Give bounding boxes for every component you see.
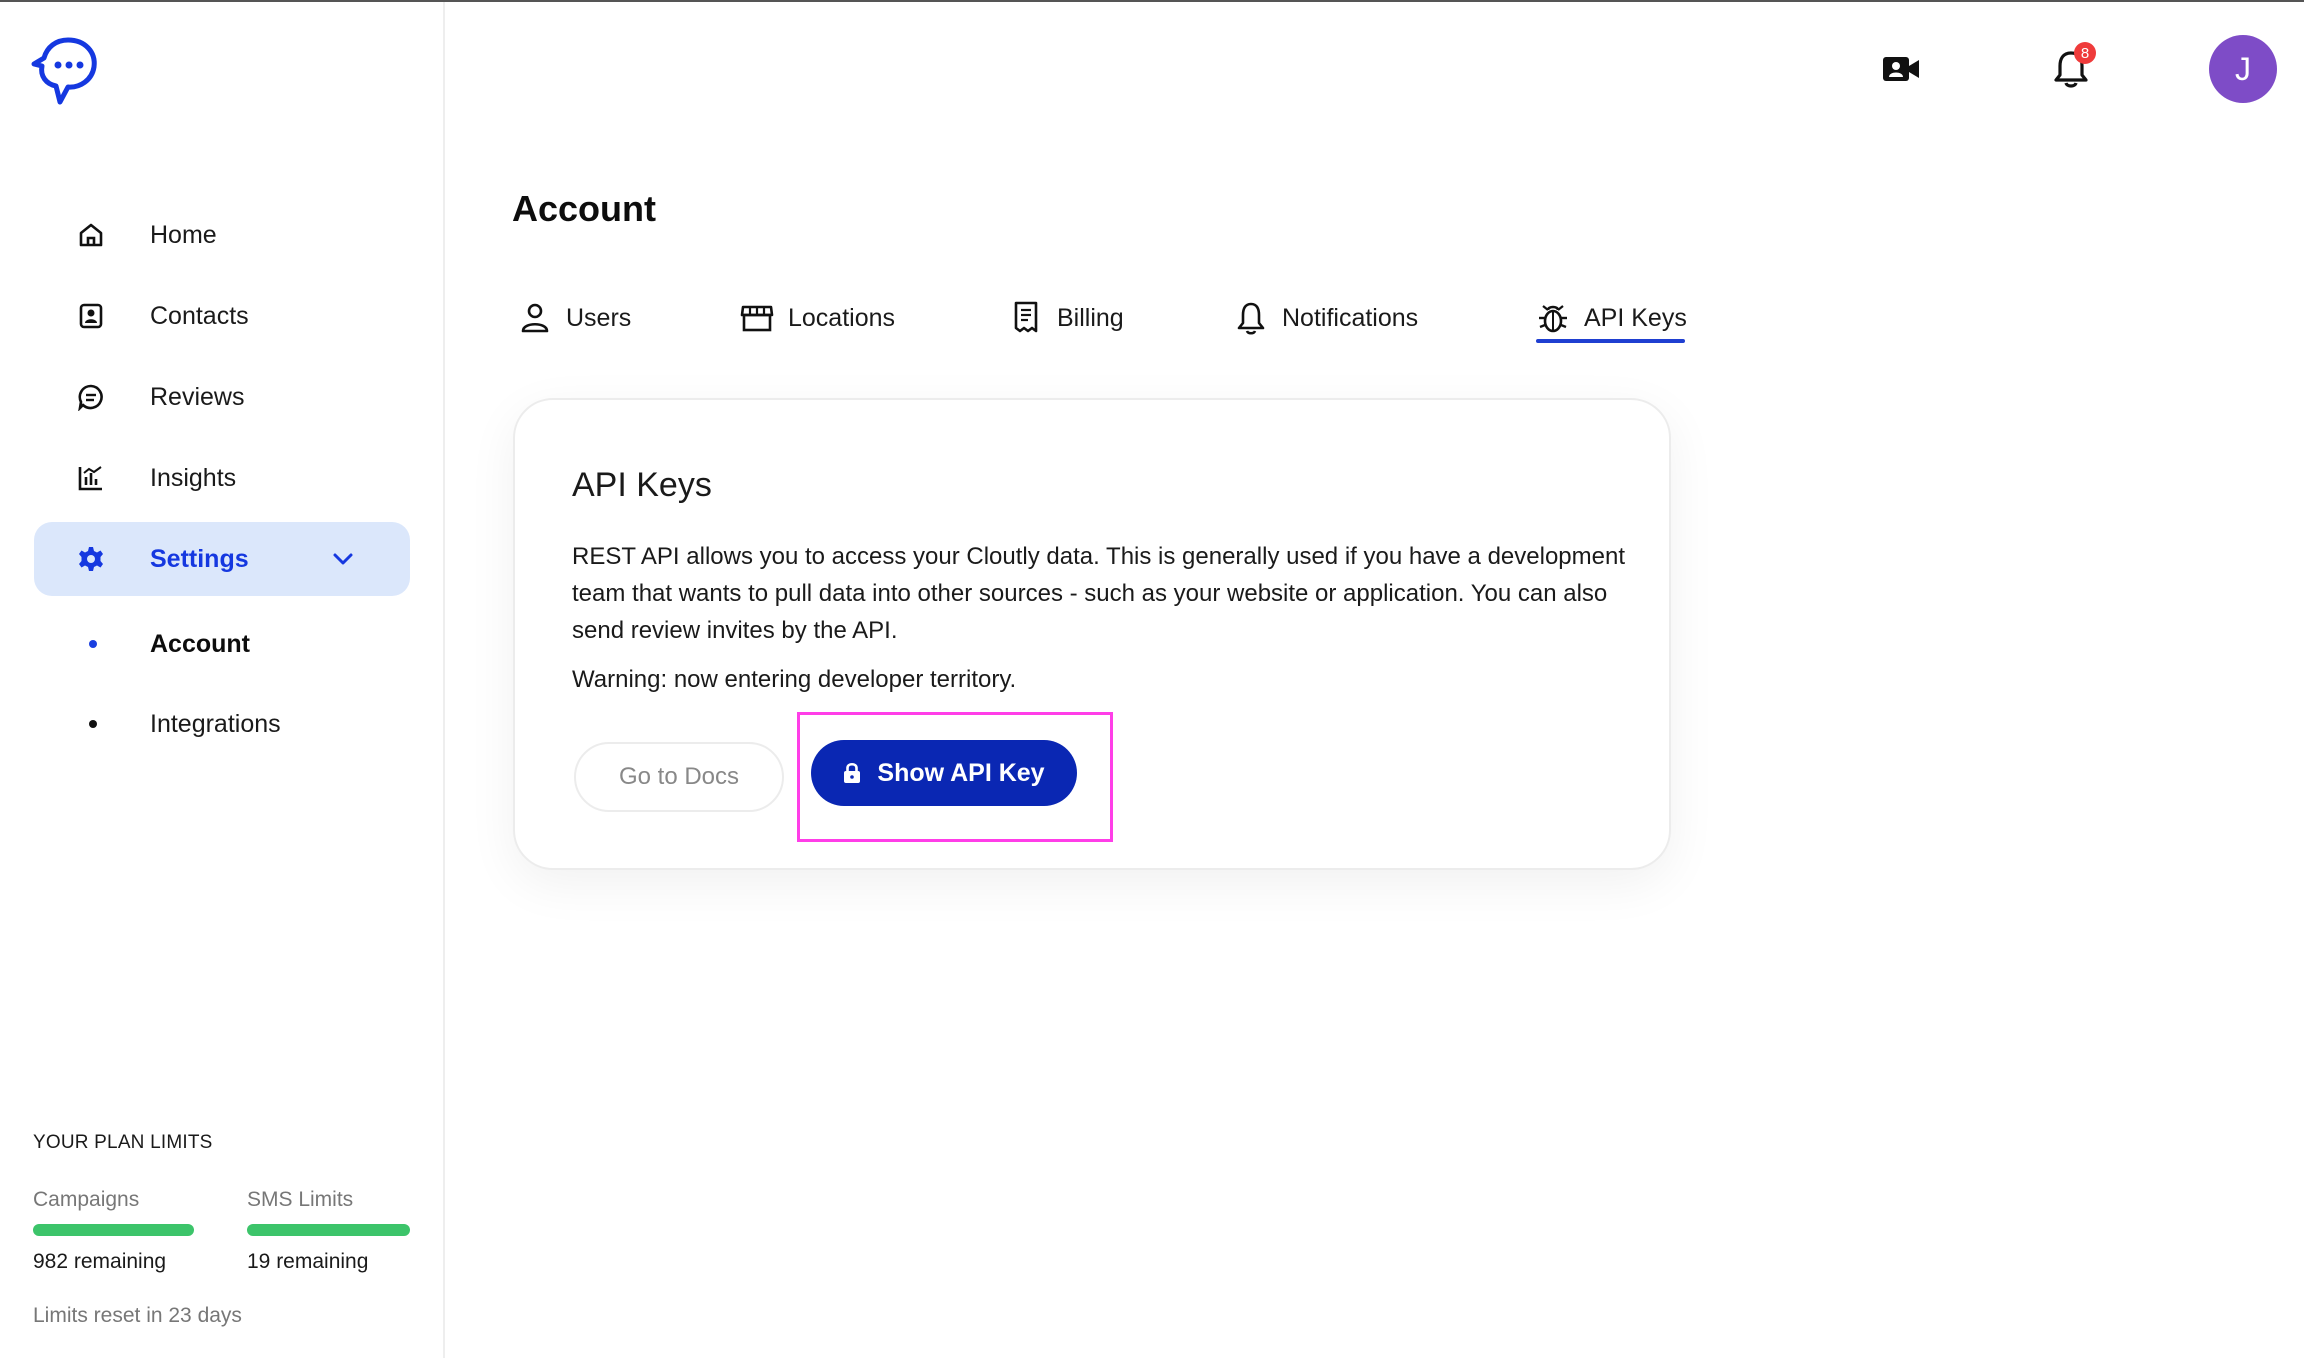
sidebar-subitem-label: Account (150, 629, 250, 658)
tab-api-keys[interactable]: API Keys (1536, 290, 1687, 346)
sidebar: Home Contacts Reviews Insights Settings … (0, 2, 445, 1358)
plan-limits-title: YOUR PLAN LIMITS (33, 1132, 213, 1153)
sidebar-item-label: Settings (150, 544, 249, 573)
avatar[interactable]: J (2209, 35, 2277, 103)
sidebar-item-reviews[interactable]: Reviews (34, 360, 410, 434)
insights-icon (76, 463, 106, 493)
go-to-docs-button[interactable]: Go to Docs (574, 742, 784, 812)
store-icon (740, 301, 774, 335)
limits-reset-text: Limits reset in 23 days (33, 1304, 242, 1327)
gear-icon (76, 544, 106, 574)
show-api-key-button[interactable]: Show API Key (811, 740, 1077, 806)
sidebar-item-contacts[interactable]: Contacts (34, 279, 410, 353)
bullet-icon (89, 720, 97, 728)
tab-notifications[interactable]: Notifications (1234, 290, 1418, 346)
sms-progress-bar (247, 1224, 410, 1236)
active-tab-indicator (1536, 339, 1685, 343)
sidebar-item-settings[interactable]: Settings (34, 522, 410, 596)
lock-icon (843, 762, 861, 784)
app-logo-icon[interactable] (30, 34, 102, 106)
video-camera-icon[interactable] (1880, 48, 1922, 90)
tab-label: Notifications (1282, 303, 1419, 332)
tab-users[interactable]: Users (518, 290, 631, 346)
sidebar-item-home[interactable]: Home (34, 198, 410, 272)
reviews-icon (76, 382, 106, 412)
user-icon (518, 301, 552, 335)
show-api-key-label: Show API Key (877, 758, 1045, 787)
sms-limit: SMS Limits 19 remaining (247, 1188, 410, 1274)
sidebar-subitem-label: Integrations (150, 709, 281, 738)
card-description: REST API allows you to access your Clout… (572, 543, 1625, 644)
sidebar-subitem-integrations[interactable]: Integrations (34, 694, 410, 754)
sms-remaining: 19 remaining (247, 1250, 369, 1273)
contacts-icon (76, 301, 106, 331)
tab-label: Users (566, 303, 632, 332)
bug-icon (1536, 301, 1570, 335)
bell-icon (1234, 301, 1268, 335)
card-title: API Keys (572, 466, 712, 504)
sidebar-item-label: Contacts (150, 301, 249, 330)
tab-billing[interactable]: Billing (1009, 290, 1124, 346)
receipt-icon (1009, 301, 1043, 335)
tab-locations[interactable]: Locations (740, 290, 895, 346)
campaigns-progress-bar (33, 1224, 194, 1236)
sidebar-item-label: Home (150, 220, 217, 249)
sidebar-subitem-account[interactable]: Account (34, 614, 410, 674)
campaigns-label: Campaigns (33, 1188, 140, 1211)
tab-label: Locations (788, 303, 896, 332)
sms-label: SMS Limits (247, 1188, 354, 1211)
campaigns-remaining: 982 remaining (33, 1250, 167, 1273)
sidebar-item-insights[interactable]: Insights (34, 441, 410, 515)
campaigns-limit: Campaigns 982 remaining (33, 1188, 194, 1274)
tab-label: Billing (1057, 303, 1124, 332)
home-icon (76, 220, 106, 250)
developer-warning: Warning: now entering developer territor… (572, 666, 1017, 693)
notification-count-badge: 8 (2074, 42, 2096, 64)
sidebar-item-label: Insights (150, 463, 237, 492)
page-title: Account (512, 188, 656, 229)
sidebar-item-label: Reviews (150, 382, 245, 411)
chevron-down-icon[interactable] (330, 546, 356, 572)
bullet-icon (89, 640, 97, 648)
tab-label: API Keys (1584, 303, 1687, 332)
